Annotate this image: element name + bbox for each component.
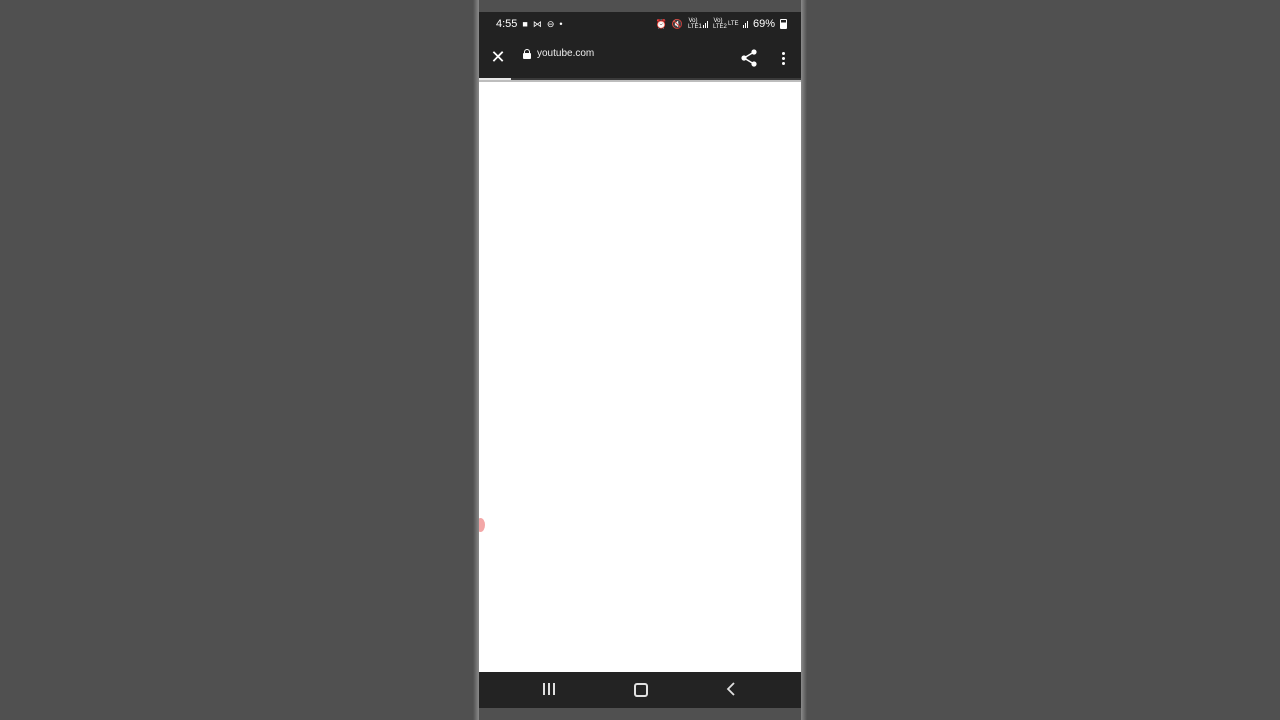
status-bar: 4:55 ■ ⋈ ⊖ • ⏰ 🔇 Vo) LTE1 Vo) LTE2 LTE 6… [479,12,801,36]
mute-icon: 🔇 [671,18,683,29]
system-nav-bar [479,672,801,708]
backdrop-edge-right [801,0,807,720]
battery-icon [780,19,787,29]
dot-icon: • [559,18,563,29]
share-icon[interactable] [739,48,759,68]
signal-icon [702,20,708,28]
home-icon[interactable] [634,683,648,697]
web-page-content[interactable] [479,82,801,672]
mail-icon: ⋈ [532,18,542,29]
phone-screen: 4:55 ■ ⋈ ⊖ • ⏰ 🔇 Vo) LTE1 Vo) LTE2 LTE 6… [479,12,801,708]
url-text: youtube.com [537,48,595,59]
back-icon[interactable] [724,681,738,697]
status-time: 4:55 [496,18,518,30]
do-not-disturb-icon: ⊖ [546,18,555,29]
volte-1-label: Vo) LTE1 [687,18,702,30]
url-bar[interactable]: youtube.com [523,48,594,59]
recent-apps-icon[interactable] [543,683,555,695]
signal-icon [742,20,748,28]
video-camera-icon: ■ [522,18,528,29]
volte-2-label: Vo) LTE2 [712,18,727,30]
status-left: 4:55 ■ ⋈ ⊖ • [496,18,563,30]
browser-toolbar: ✕ youtube.com [479,36,801,80]
battery-percent: 69% [752,18,775,30]
more-vert-icon[interactable] [775,47,791,69]
status-right: ⏰ 🔇 Vo) LTE1 Vo) LTE2 LTE 69% [656,18,787,30]
alarm-icon: ⏰ [655,18,667,29]
edge-panel-handle[interactable] [479,518,485,532]
lock-icon [523,48,531,59]
close-icon[interactable]: ✕ [487,46,509,68]
lte-label: LTE [727,21,739,27]
